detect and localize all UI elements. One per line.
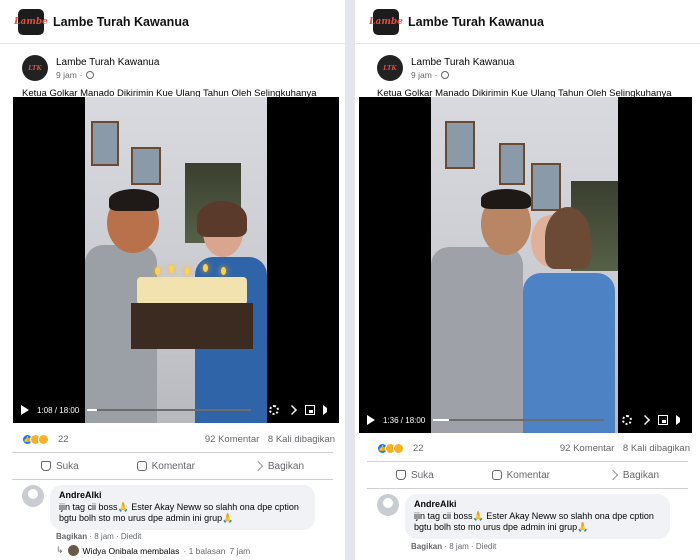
- comment-meta: Bagikan · 8 jam · Diedit: [56, 532, 142, 541]
- avatar[interactable]: LTK: [22, 55, 48, 81]
- post-time[interactable]: 9 jam: [56, 70, 77, 80]
- comment-author[interactable]: AndreAlki: [414, 499, 661, 511]
- post-time[interactable]: 9 jam: [411, 70, 432, 80]
- reply-row[interactable]: ↳ Widya Onibala membalas · 1 balasan 7 j…: [56, 545, 250, 556]
- page-header: Lambe Lambe Turah Kawanua: [0, 0, 345, 44]
- wall-photo: [445, 121, 475, 169]
- birthday-cake: [137, 277, 247, 305]
- sad-reaction-icon: [393, 442, 404, 454]
- play-icon[interactable]: [367, 415, 375, 425]
- post-author[interactable]: Lambe Turah Kawanua: [56, 57, 159, 68]
- reply-info: · 1 balasan: [183, 545, 226, 556]
- avatar[interactable]: [377, 494, 399, 516]
- video-controls: 1:36 / 18:00: [359, 407, 692, 433]
- page-title[interactable]: Lambe Turah Kawanua: [53, 15, 189, 29]
- thumb-icon: [40, 461, 51, 471]
- globe-icon: [440, 70, 449, 79]
- globe-icon: [85, 70, 94, 79]
- reactions-row: 👍 22 92 Komentar 8 Kali dibagikan: [355, 437, 700, 459]
- post-panel-left: Lambe Lambe Turah Kawanua LTK Lambe Tura…: [0, 0, 345, 560]
- reply-time: 7 jam: [229, 545, 251, 556]
- avatar: [67, 545, 79, 556]
- post-panel-right: Lambe Lambe Turah Kawanua LTK Lambe Tura…: [355, 0, 700, 560]
- comment-author[interactable]: AndreAlki: [59, 490, 306, 502]
- comment-item: AndreAlki ijin tag cii boss🙏 Ester Akay …: [377, 494, 690, 540]
- video-frame: [431, 97, 618, 433]
- pip-icon[interactable]: [305, 405, 315, 415]
- comment-icon: [491, 470, 502, 480]
- post-actions: Suka Komentar Bagikan: [12, 452, 333, 480]
- post-meta: 9 jam ·: [411, 70, 514, 80]
- gear-icon[interactable]: [622, 415, 632, 425]
- volume-icon[interactable]: [323, 405, 331, 415]
- reaction-count[interactable]: 22: [58, 434, 69, 445]
- avatar[interactable]: LTK: [377, 55, 403, 81]
- expand-icon[interactable]: [640, 415, 650, 425]
- thumb-icon: [395, 470, 406, 480]
- panel-divider: [345, 0, 355, 560]
- like-button[interactable]: Suka: [395, 470, 434, 481]
- sad-reaction-icon: [38, 433, 49, 445]
- page-title[interactable]: Lambe Turah Kawanua: [408, 15, 544, 29]
- video-progress-fill: [87, 409, 98, 411]
- wall-photo: [531, 163, 561, 211]
- comment-meta: Bagikan · 8 jam · Diedit: [411, 542, 497, 551]
- post-author[interactable]: Lambe Turah Kawanua: [411, 57, 514, 68]
- share-button[interactable]: Bagikan: [607, 470, 659, 481]
- page-logo[interactable]: Lambe: [369, 8, 403, 35]
- share-button[interactable]: Bagikan: [252, 461, 304, 472]
- comment-button[interactable]: Komentar: [491, 470, 550, 481]
- video-frame: [85, 97, 267, 423]
- video-progress-fill: [433, 419, 449, 421]
- page-logo[interactable]: Lambe: [14, 8, 48, 35]
- comment-share-link[interactable]: Bagikan: [56, 532, 87, 541]
- comment-text: ijin tag cii boss🙏 Ester Akay Neww so sl…: [414, 510, 654, 533]
- comment-item: AndreAlki ijin tag cii boss🙏 Ester Akay …: [22, 485, 335, 531]
- video-time: 1:08 / 18:00: [37, 405, 80, 415]
- post-header: LTK Lambe Turah Kawanua 9 jam ·: [0, 48, 345, 82]
- comment-bubble: AndreAlki ijin tag cii boss🙏 Ester Akay …: [405, 494, 670, 540]
- page-header: Lambe Lambe Turah Kawanua: [355, 0, 700, 44]
- logo-text: Lambe: [14, 16, 48, 27]
- logo-text: Lambe: [369, 16, 403, 27]
- reaction-count[interactable]: 22: [413, 443, 424, 454]
- wall-photo: [131, 147, 161, 185]
- video-controls: 1:08 / 18:00: [13, 397, 339, 423]
- pip-icon[interactable]: [658, 415, 668, 425]
- video-player[interactable]: 1:36 / 18:00: [359, 97, 692, 433]
- reply-arrow-icon: ↳: [56, 545, 64, 555]
- volume-icon[interactable]: [676, 415, 684, 425]
- wall-photo: [499, 143, 525, 185]
- expand-icon[interactable]: [287, 405, 297, 415]
- play-icon[interactable]: [21, 405, 29, 415]
- comment-count[interactable]: 92 Komentar: [205, 434, 259, 445]
- share-icon: [252, 461, 263, 471]
- comment-count[interactable]: 92 Komentar: [560, 443, 614, 454]
- like-button[interactable]: Suka: [40, 461, 79, 472]
- comment-bubble: AndreAlki ijin tag cii boss🙏 Ester Akay …: [50, 485, 315, 531]
- post-actions: Suka Komentar Bagikan: [367, 461, 688, 489]
- reaction-icons[interactable]: 👍: [22, 433, 49, 445]
- comment-icon: [136, 461, 147, 471]
- comment-button[interactable]: Komentar: [136, 461, 195, 472]
- share-count[interactable]: 8 Kali dibagikan: [268, 434, 335, 445]
- person-left: [431, 247, 523, 433]
- share-icon: [607, 470, 618, 480]
- share-count[interactable]: 8 Kali dibagikan: [623, 443, 690, 454]
- wall-photo: [91, 121, 119, 166]
- post-header: LTK Lambe Turah Kawanua 9 jam ·: [355, 48, 700, 82]
- gear-icon[interactable]: [269, 405, 279, 415]
- reply-author: Widya Onibala membalas: [82, 545, 180, 556]
- comment-share-link[interactable]: Bagikan: [411, 542, 442, 551]
- cake-box: [131, 303, 253, 349]
- reaction-icons[interactable]: 👍: [377, 442, 404, 454]
- avatar[interactable]: [22, 485, 44, 507]
- video-time: 1:36 / 18:00: [383, 415, 426, 425]
- comment-text: ijin tag cii boss🙏 Ester Akay Neww so sl…: [59, 501, 299, 524]
- video-progress[interactable]: [87, 409, 251, 411]
- post-meta: 9 jam ·: [56, 70, 159, 80]
- video-player[interactable]: 1:08 / 18:00: [13, 97, 339, 423]
- video-progress[interactable]: [433, 419, 604, 421]
- reactions-row: 👍 22 92 Komentar 8 Kali dibagikan: [0, 428, 345, 450]
